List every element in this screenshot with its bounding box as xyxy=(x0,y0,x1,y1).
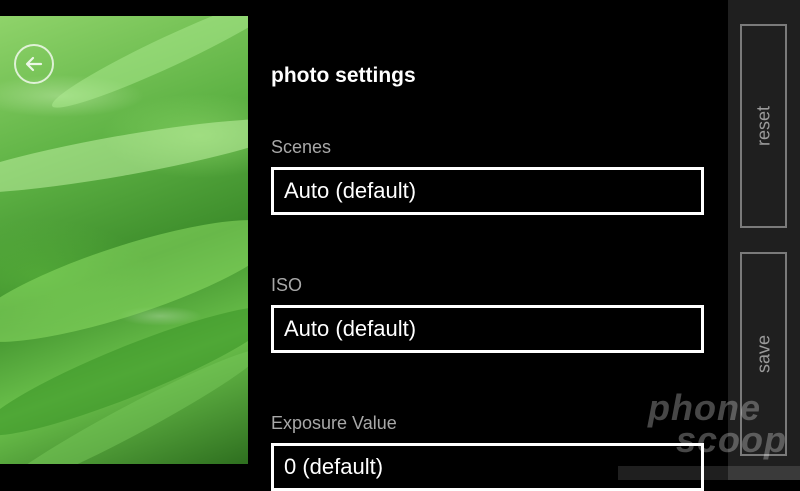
iso-select[interactable]: Auto (default) xyxy=(271,305,704,353)
grass-blade xyxy=(0,105,248,207)
reset-button[interactable]: reset xyxy=(740,24,787,228)
scenes-label: Scenes xyxy=(271,137,332,157)
iso-value: Auto (default) xyxy=(284,316,417,341)
scenes-select[interactable]: Auto (default) xyxy=(271,167,704,215)
exposure-value-label: Exposure Value xyxy=(271,413,397,433)
watermark-strip xyxy=(618,466,800,480)
watermark-line-2: scoop xyxy=(676,419,788,460)
iso-label: ISO xyxy=(271,275,303,295)
exposure-value-value: 0 (default) xyxy=(284,454,384,479)
save-button-label: save xyxy=(753,334,773,374)
back-button[interactable] xyxy=(14,44,54,84)
back-arrow-icon xyxy=(25,56,43,72)
watermark-logo: phone scoop xyxy=(648,390,796,462)
scenes-value: Auto (default) xyxy=(284,178,417,203)
grass-blade xyxy=(45,16,248,120)
reset-button-label: reset xyxy=(753,105,773,147)
camera-viewfinder xyxy=(0,16,248,464)
page-title: photo settings xyxy=(271,64,416,87)
